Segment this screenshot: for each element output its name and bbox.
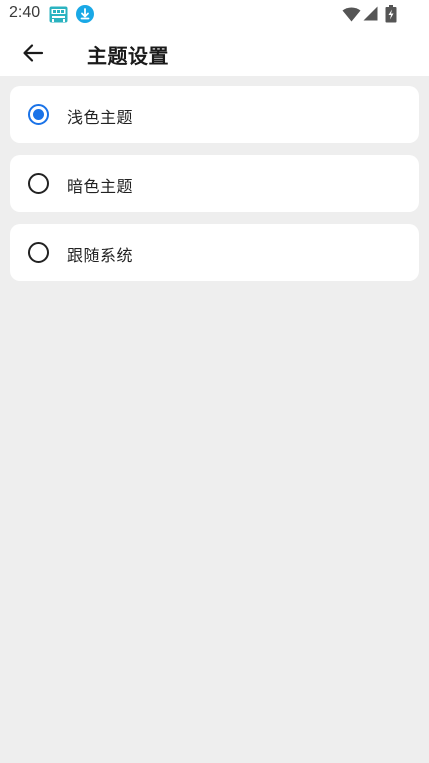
wifi-icon [342, 7, 361, 22]
radio-dark-theme[interactable] [28, 173, 49, 194]
status-time: 2:40 [9, 4, 41, 21]
option-light-theme[interactable]: 浅色主题 [10, 86, 419, 143]
radio-follow-system[interactable] [28, 242, 49, 263]
page-title: 主题设置 [87, 44, 169, 68]
app-bar: 主题设置 [0, 30, 429, 76]
option-dark-theme[interactable]: 暗色主题 [10, 155, 419, 212]
option-label: 暗色主题 [67, 177, 134, 196]
battery-charging-icon [385, 5, 397, 23]
status-bar: 2:40 [0, 0, 429, 30]
cell-signal-icon [363, 6, 378, 21]
option-label: 浅色主题 [67, 108, 134, 127]
radio-light-theme[interactable] [28, 104, 49, 125]
back-button[interactable] [18, 38, 48, 68]
option-label: 跟随系统 [67, 246, 134, 265]
app-notification-icon [49, 6, 68, 23]
download-icon [76, 5, 94, 23]
option-follow-system[interactable]: 跟随系统 [10, 224, 419, 281]
arrow-left-icon [23, 44, 44, 62]
